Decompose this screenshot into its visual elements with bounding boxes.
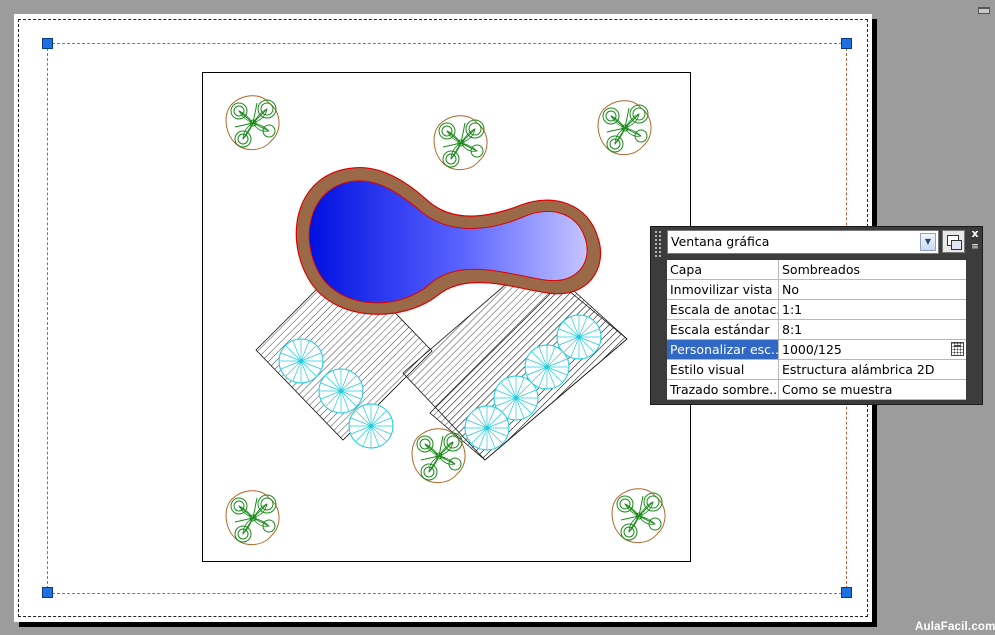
viewport-grip-top-left[interactable] [42, 38, 53, 49]
viewport-grip-bottom-right[interactable] [841, 587, 852, 598]
property-label: Capa [667, 260, 779, 279]
garden-plan-drawing [225, 95, 666, 546]
property-value[interactable]: Sombreados [779, 260, 966, 279]
object-type-dropdown[interactable]: Ventana gráfica ▼ [667, 230, 939, 254]
property-value: 1000/125 [782, 342, 842, 357]
viewport-grip-bottom-left[interactable] [42, 587, 53, 598]
quick-select-icon[interactable] [942, 230, 965, 253]
property-value[interactable]: Estructura alámbrica 2D [779, 360, 966, 379]
property-value[interactable]: Como se muestra [779, 380, 966, 399]
property-row-standard-scale[interactable]: Escala estándar 8:1 [667, 320, 966, 340]
property-row-custom-scale[interactable]: Personalizar esc... 1000/125 [667, 340, 966, 360]
property-label: Personalizar esc... [667, 340, 779, 359]
palette-grip-handle[interactable] [654, 230, 663, 258]
property-label: Estilo visual [667, 360, 779, 379]
calculator-icon[interactable] [951, 342, 964, 356]
property-value[interactable]: No [779, 280, 966, 299]
property-row-lock-view[interactable]: Inmovilizar vista No [667, 280, 966, 300]
property-value[interactable]: 1:1 [779, 300, 966, 319]
properties-table: Capa Sombreados Inmovilizar vista No Esc… [667, 260, 966, 400]
property-row-annotation-scale[interactable]: Escala de anotac... 1:1 [667, 300, 966, 320]
property-row-shade-plot[interactable]: Trazado sombre... Como se muestra [667, 380, 966, 400]
property-label: Escala de anotac... [667, 300, 779, 319]
dropdown-arrow-icon[interactable]: ▼ [920, 233, 936, 251]
property-label: Inmovilizar vista [667, 280, 779, 299]
drawing-viewport[interactable] [202, 72, 691, 562]
close-icon[interactable]: x [969, 228, 981, 240]
property-row-visual-style[interactable]: Estilo visual Estructura alámbrica 2D [667, 360, 966, 380]
minimize-icon[interactable] [978, 7, 990, 14]
palette-menu-icon[interactable]: ≡ [969, 242, 981, 252]
custom-scale-input[interactable]: 1000/125 [779, 340, 966, 359]
property-value[interactable]: 8:1 [779, 320, 966, 339]
property-label: Trazado sombre... [667, 380, 779, 399]
watermark-logo: AulaFacil.com [915, 621, 995, 633]
properties-palette: x ≡ Ventana gráfica ▼ Capa Sombreados In… [650, 226, 983, 405]
property-row-layer[interactable]: Capa Sombreados [667, 260, 966, 280]
property-label: Escala estándar [667, 320, 779, 339]
viewport-grip-top-right[interactable] [841, 38, 852, 49]
object-type-value: Ventana gráfica [671, 234, 770, 249]
